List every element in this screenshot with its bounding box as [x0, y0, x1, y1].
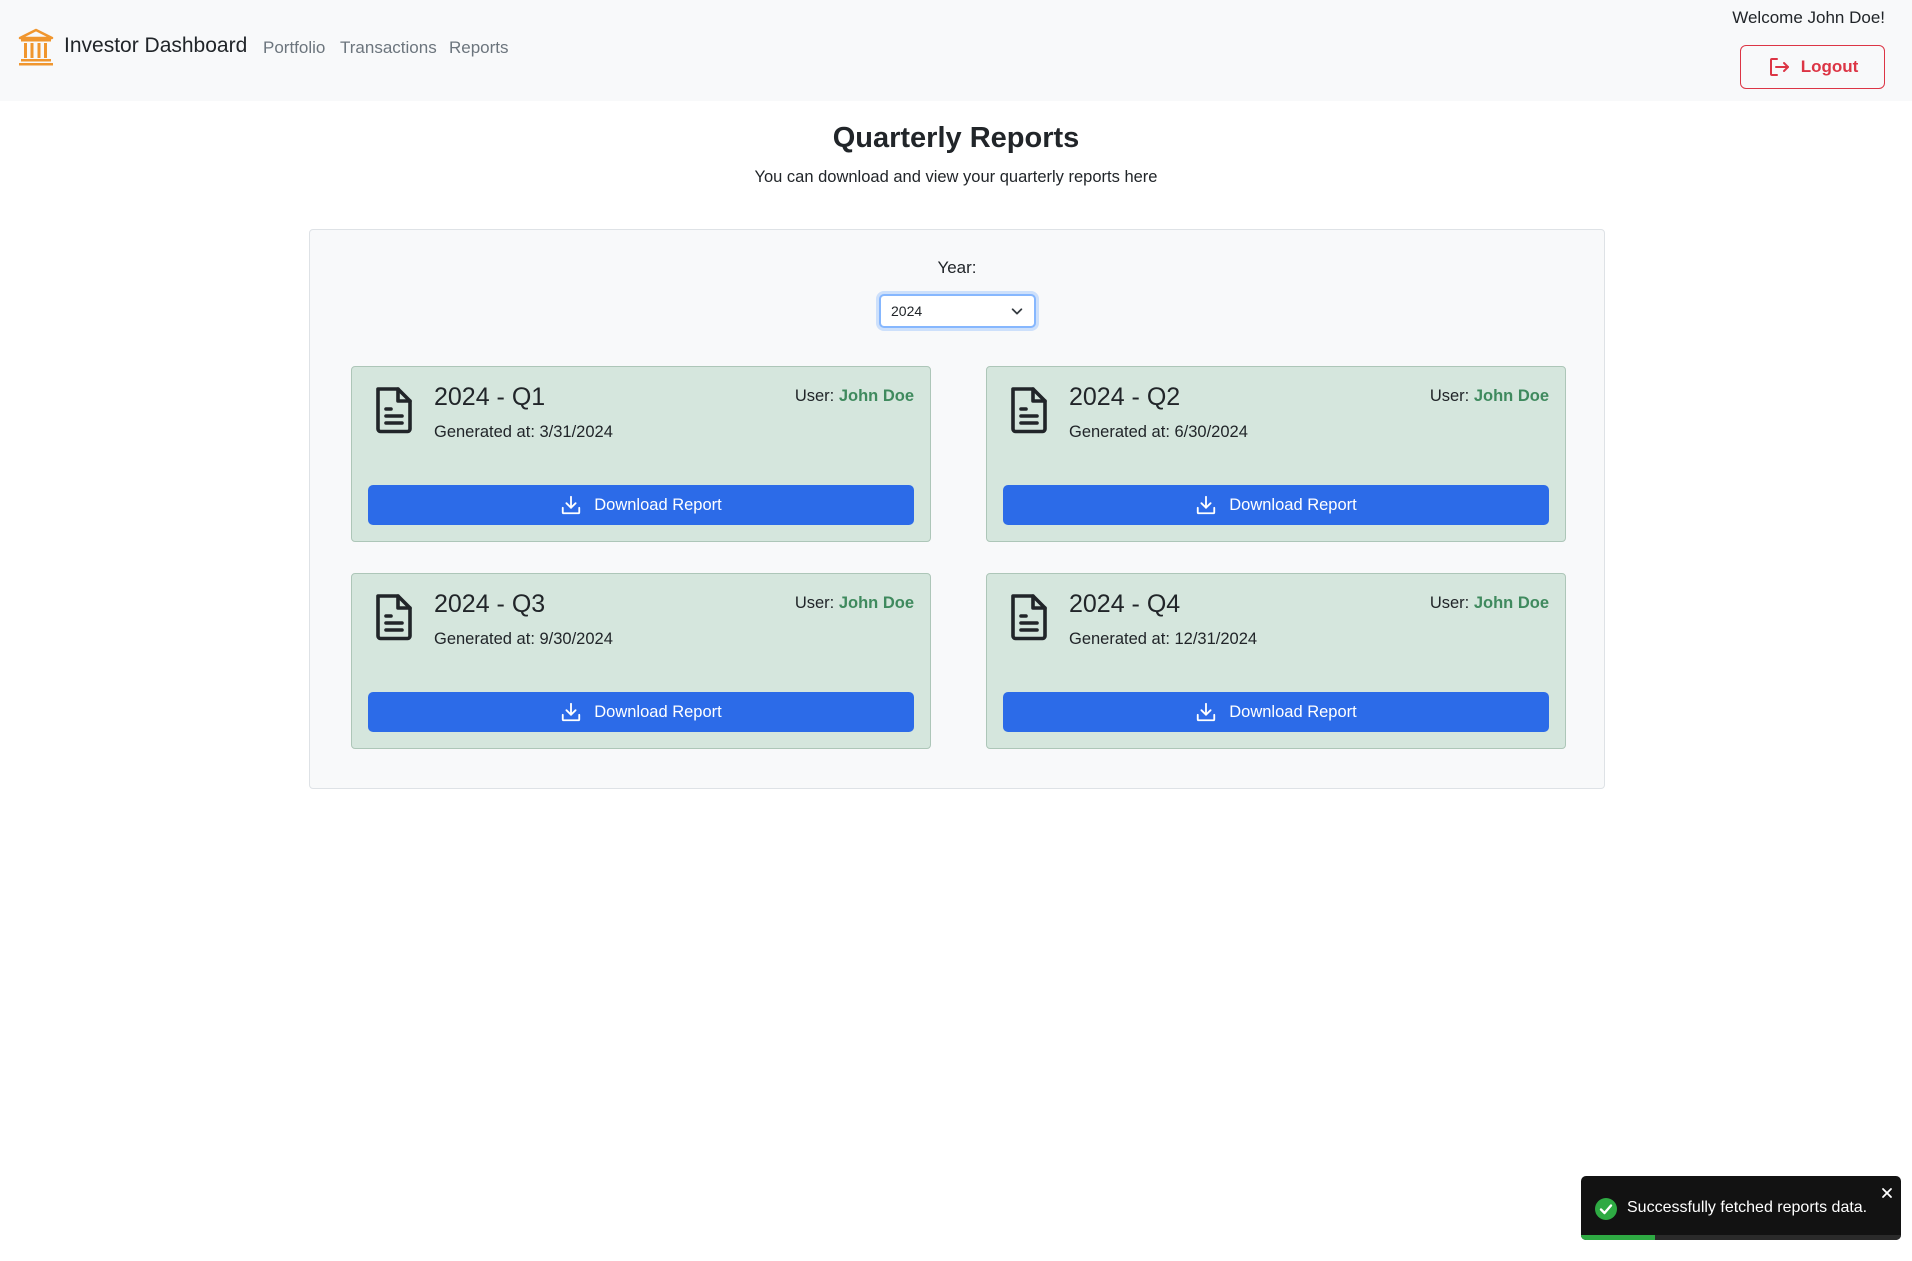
nav-link-transactions[interactable]: Transactions — [340, 38, 437, 58]
nav-link-reports[interactable]: Reports — [449, 38, 509, 58]
download-icon — [562, 495, 581, 515]
check-circle-icon — [1595, 1198, 1617, 1220]
page-title: Quarterly Reports — [832, 122, 1080, 154]
nav-link-portfolio[interactable]: Portfolio — [263, 38, 325, 58]
welcome-text: Welcome John Doe! — [1732, 8, 1885, 27]
toast-progress-track — [1581, 1235, 1901, 1240]
report-user-label: User: — [794, 387, 835, 405]
report-generated-date: Generated at: 6/30/2024 — [1069, 423, 1248, 441]
logout-button[interactable]: Logout — [1740, 45, 1885, 89]
year-label: Year: — [937, 258, 977, 277]
report-user-label: User: — [1429, 387, 1470, 405]
report-title: 2024 - Q3 — [434, 590, 546, 618]
download-report-button[interactable]: Download Report — [368, 485, 914, 525]
report-user-label: User: — [794, 594, 835, 612]
report-user: User: John Doe — [795, 387, 914, 406]
brand-title[interactable]: Investor Dashboard — [64, 34, 247, 58]
report-user-name: John Doe — [1473, 594, 1549, 612]
page-subtitle: You can download and view your quarterly… — [754, 168, 1158, 186]
year-select-value: 2024 — [891, 303, 923, 319]
report-card-q4: 2024 - Q4 Generated at: 12/31/2024 User:… — [986, 573, 1566, 749]
report-user: User: John Doe — [1430, 387, 1549, 406]
report-generated-date: Generated at: 12/31/2024 — [1069, 630, 1258, 648]
download-icon — [562, 702, 581, 722]
download-report-label: Download Report — [594, 495, 722, 514]
reports-panel: Year: 2024 2024 - Q1 Generated at: 3/31/… — [309, 229, 1605, 789]
chevron-down-icon — [1011, 308, 1023, 315]
download-report-label: Download Report — [594, 702, 722, 721]
report-user-name: John Doe — [1473, 387, 1549, 405]
download-icon — [1197, 702, 1216, 722]
download-report-button[interactable]: Download Report — [368, 692, 914, 732]
toast-notification: Successfully fetched reports data. — [1581, 1176, 1901, 1240]
report-user-label: User: — [1429, 594, 1470, 612]
toast-progress-bar — [1581, 1235, 1655, 1240]
download-report-label: Download Report — [1229, 702, 1357, 721]
report-card-q2: 2024 - Q2 Generated at: 6/30/2024 User: … — [986, 366, 1566, 542]
report-user: User: John Doe — [1430, 594, 1549, 613]
logout-icon — [1769, 58, 1789, 76]
report-card-q1: 2024 - Q1 Generated at: 3/31/2024 User: … — [351, 366, 931, 542]
download-icon — [1197, 495, 1216, 515]
download-report-label: Download Report — [1229, 495, 1357, 514]
report-user: User: John Doe — [795, 594, 914, 613]
report-card-q3: 2024 - Q3 Generated at: 9/30/2024 User: … — [351, 573, 931, 749]
report-title: 2024 - Q1 — [434, 383, 546, 411]
report-title: 2024 - Q4 — [1069, 590, 1181, 618]
report-user-name: John Doe — [838, 594, 914, 612]
report-title: 2024 - Q2 — [1069, 383, 1181, 411]
document-icon — [376, 387, 412, 434]
navbar: Investor Dashboard Portfolio Transaction… — [0, 0, 1912, 101]
toast-message: Successfully fetched reports data. — [1627, 1199, 1868, 1216]
report-generated-date: Generated at: 9/30/2024 — [434, 630, 613, 648]
download-report-button[interactable]: Download Report — [1003, 485, 1549, 525]
bank-icon — [18, 28, 54, 66]
report-user-name: John Doe — [838, 387, 914, 405]
close-icon[interactable] — [1879, 1185, 1895, 1201]
report-generated-date: Generated at: 3/31/2024 — [434, 423, 613, 441]
logout-label: Logout — [1800, 57, 1859, 76]
download-report-button[interactable]: Download Report — [1003, 692, 1549, 732]
year-select[interactable]: 2024 — [879, 294, 1036, 328]
document-icon — [1011, 594, 1047, 641]
document-icon — [1011, 387, 1047, 434]
document-icon — [376, 594, 412, 641]
